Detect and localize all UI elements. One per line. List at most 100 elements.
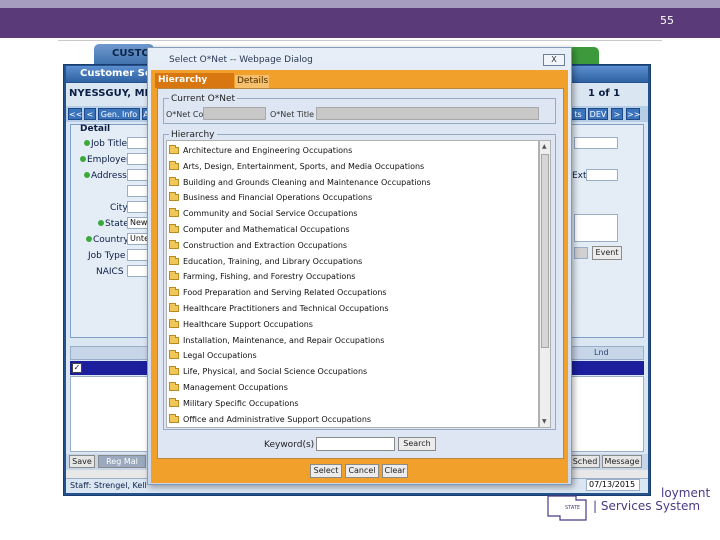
tree-scroll-thumb[interactable] bbox=[541, 154, 549, 348]
scroll-down-icon[interactable]: ▼ bbox=[542, 418, 547, 425]
slide: 55 CUSTO Customer Search NYESSGUY, MR 1 … bbox=[0, 0, 720, 540]
nav-prev-button[interactable]: < bbox=[84, 108, 96, 120]
right-field-2[interactable] bbox=[574, 247, 588, 259]
folder-icon bbox=[169, 255, 179, 265]
hierarchy-item-label: Computer and Mathematical Occupations bbox=[183, 225, 350, 234]
hierarchy-item[interactable]: Arts, Design, Entertainment, Sports, and… bbox=[169, 160, 424, 177]
hierarchy-item-label: Architecture and Engineering Occupations bbox=[183, 146, 353, 155]
scroll-up-icon[interactable]: ▲ bbox=[542, 143, 547, 150]
hierarchy-item-label: Construction and Extraction Occupations bbox=[183, 240, 348, 250]
right-textarea[interactable] bbox=[574, 214, 618, 242]
message-button[interactable]: Message bbox=[602, 455, 642, 468]
hierarchy-item[interactable]: Healthcare Practitioners and Technical O… bbox=[169, 303, 389, 319]
slide-top-band bbox=[0, 0, 720, 8]
nav-dev-button[interactable]: DEV bbox=[588, 108, 608, 120]
folder-icon bbox=[169, 334, 179, 344]
address-field-2[interactable] bbox=[127, 185, 149, 197]
logo-text-line2: | Services System bbox=[593, 499, 701, 513]
state-map-logo-icon: STATE bbox=[547, 495, 587, 521]
tab-details[interactable]: Details bbox=[235, 75, 269, 88]
hierarchy-item[interactable]: Education, Training, and Library Occupat… bbox=[169, 255, 363, 272]
folder-icon bbox=[169, 413, 179, 423]
hierarchy-item[interactable]: Building and Grounds Cleaning and Mainte… bbox=[169, 176, 431, 193]
folder-icon bbox=[169, 208, 179, 218]
hierarchy-item-label: Farming, Fishing, and Forestry Occupatio… bbox=[183, 272, 356, 282]
select-button[interactable]: Select bbox=[310, 464, 342, 478]
current-onet-legend: Current O*Net bbox=[169, 94, 238, 104]
row-checkbox[interactable]: ✓ bbox=[72, 363, 82, 373]
hierarchy-legend: Hierarchy bbox=[169, 130, 217, 140]
hierarchy-item[interactable]: Computer and Mathematical Occupations bbox=[169, 224, 350, 240]
hierarchy-item[interactable]: Healthcare Support Occupations bbox=[169, 318, 313, 335]
save-button[interactable]: Save bbox=[69, 455, 95, 468]
hierarchy-item[interactable]: Business and Financial Operations Occupa… bbox=[169, 192, 372, 208]
logo-state-word: STATE bbox=[565, 505, 580, 511]
gen-info-button[interactable]: Gen. Info bbox=[98, 108, 140, 120]
hierarchy-item-label: Building and Grounds Cleaning and Mainte… bbox=[183, 177, 431, 187]
folder-icon bbox=[169, 192, 179, 202]
hierarchy-item[interactable]: Community and Social Service Occupations bbox=[169, 208, 357, 224]
hierarchy-item-label: Education, Training, and Library Occupat… bbox=[183, 256, 363, 266]
folder-icon bbox=[169, 318, 179, 328]
folder-icon bbox=[169, 176, 179, 186]
hierarchy-item[interactable]: Life, Physical, and Social Science Occup… bbox=[169, 366, 368, 382]
detail-label: Detail bbox=[80, 124, 111, 134]
cancel-button[interactable]: Cancel bbox=[345, 464, 379, 478]
event-button[interactable]: Event bbox=[592, 246, 622, 260]
hierarchy-item[interactable]: Farming, Fishing, and Forestry Occupatio… bbox=[169, 271, 356, 287]
city-label: City bbox=[110, 203, 128, 213]
reg-mal-button[interactable]: Reg Mal bbox=[98, 455, 146, 468]
close-icon[interactable]: X bbox=[543, 54, 565, 66]
state-label: State bbox=[98, 219, 129, 229]
folder-icon bbox=[169, 397, 179, 407]
right-field-1[interactable] bbox=[574, 137, 618, 149]
keyword-label: Keyword(s) bbox=[264, 440, 315, 450]
onet-code-field bbox=[203, 107, 266, 120]
hierarchy-item-label: Life, Physical, and Social Science Occup… bbox=[183, 367, 368, 377]
folder-icon bbox=[169, 239, 179, 249]
search-button[interactable]: Search bbox=[398, 437, 436, 451]
ext-field[interactable] bbox=[586, 169, 618, 181]
employer-field[interactable] bbox=[127, 153, 149, 165]
job-title-field[interactable] bbox=[127, 137, 149, 149]
hierarchy-item-label: Office and Administrative Support Occupa… bbox=[183, 414, 372, 424]
country-select[interactable]: Unte bbox=[127, 233, 149, 245]
hierarchy-item-label: Military Specific Occupations bbox=[183, 398, 299, 408]
ext-label: Ext bbox=[572, 171, 587, 181]
required-dot bbox=[86, 236, 92, 242]
hierarchy-item[interactable]: Installation, Maintenance, and Repair Oc… bbox=[169, 334, 384, 351]
slide-divider bbox=[58, 40, 662, 41]
required-dot bbox=[84, 140, 90, 146]
tab-hierarchy-search[interactable]: Hierarchy Search bbox=[155, 73, 234, 100]
hierarchy-item-label: Food Preparation and Serving Related Occ… bbox=[183, 288, 387, 298]
folder-icon bbox=[169, 224, 179, 233]
hierarchy-item[interactable]: Food Preparation and Serving Related Occ… bbox=[169, 287, 387, 303]
address-field-1[interactable] bbox=[127, 169, 149, 181]
city-field[interactable] bbox=[127, 201, 149, 213]
nav-ts-button[interactable]: ts bbox=[570, 108, 586, 120]
country-label: Country bbox=[86, 235, 129, 245]
job-type-field[interactable] bbox=[127, 249, 149, 261]
customer-tab[interactable]: CUSTO bbox=[94, 44, 154, 66]
nav-first-button[interactable]: << bbox=[68, 108, 82, 120]
keyword-input[interactable] bbox=[316, 437, 395, 451]
hierarchy-item[interactable]: Office and Administrative Support Occupa… bbox=[169, 413, 372, 427]
nav-next-button[interactable]: > bbox=[611, 108, 623, 120]
hierarchy-item[interactable]: Legal Occupations bbox=[169, 350, 257, 366]
clear-button[interactable]: Clear bbox=[382, 464, 408, 478]
hierarchy-item[interactable]: Management Occupations bbox=[169, 382, 288, 398]
employer-label: Employer bbox=[80, 155, 130, 165]
hierarchy-item-label: Healthcare Practitioners and Technical O… bbox=[183, 304, 389, 313]
required-dot bbox=[84, 172, 90, 178]
hierarchy-item[interactable]: Architecture and Engineering Occupations bbox=[169, 145, 353, 161]
nav-last-button[interactable]: >> bbox=[626, 108, 640, 120]
hierarchy-item[interactable]: Construction and Extraction Occupations bbox=[169, 239, 348, 256]
status-date: 07/13/2015 bbox=[586, 479, 640, 491]
naics-field[interactable] bbox=[127, 265, 149, 277]
required-dot bbox=[98, 220, 104, 226]
job-title-label: Job Title bbox=[84, 139, 127, 149]
sched-button[interactable]: Sched bbox=[570, 455, 600, 468]
state-select[interactable]: New bbox=[127, 217, 149, 229]
hierarchy-item[interactable]: Military Specific Occupations bbox=[169, 397, 299, 414]
record-count: 1 of 1 bbox=[588, 88, 621, 99]
